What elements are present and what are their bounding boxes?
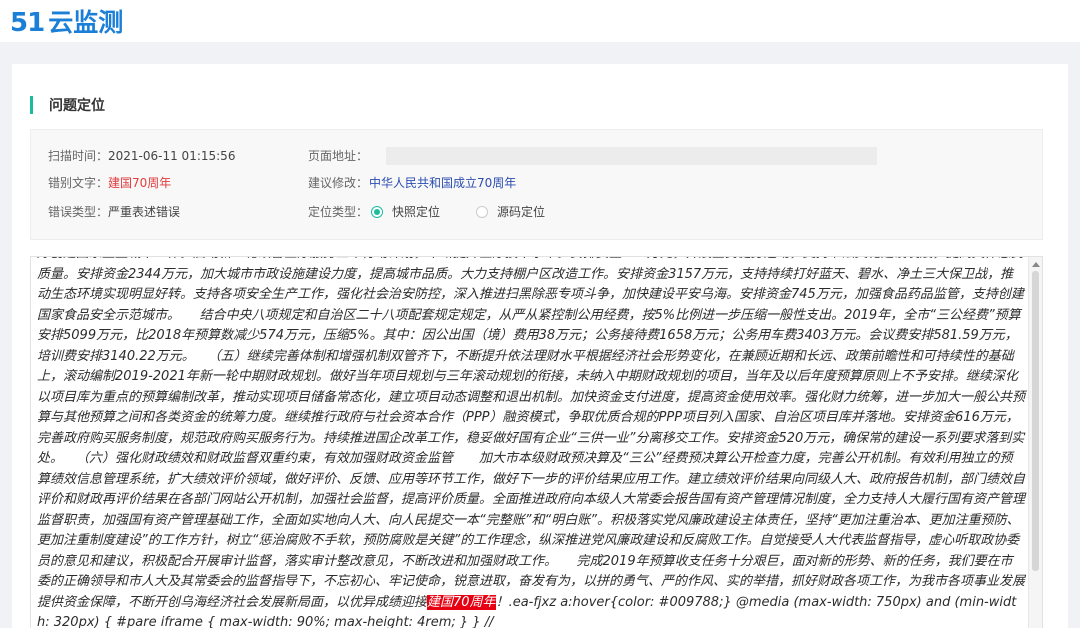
radio-source-locate[interactable] (476, 206, 488, 218)
top-bar: 51 云监测 (0, 0, 1080, 42)
problem-card: 问题定位 扫描时间： 2021-06-11 01:15:56 页面地址： 错别文… (12, 64, 1068, 628)
page-url-value[interactable] (386, 147, 877, 165)
logo-number: 51 (10, 8, 45, 38)
snapshot-text: 好创建国家卫生城市工作。启动新一轮改善医疗服务三年行动计划，不断提升医疗技术水平… (37, 257, 1026, 628)
logo[interactable]: 51 云监测 (10, 4, 123, 38)
section-title: 问题定位 (49, 98, 105, 114)
snapshot-content[interactable]: 好创建国家卫生城市工作。启动新一轮改善医疗服务三年行动计划，不断提升医疗技术水平… (30, 256, 1043, 628)
radio-quick-locate-label[interactable]: 快照定位 (392, 202, 440, 222)
radio-quick-locate[interactable] (371, 206, 383, 218)
info-row-1: 扫描时间： 2021-06-11 01:15:56 页面地址： (31, 146, 1044, 166)
info-row-3: 错误类型： 严重表述错误 定位类型： 快照定位 源码定位 (31, 202, 1044, 222)
scrollbar-thumb[interactable] (1032, 271, 1039, 571)
suggestion-value: 中华人民共和国成立70周年 (369, 176, 517, 190)
page-url-label: 页面地址： (308, 149, 369, 163)
vertical-scrollbar[interactable] (1028, 257, 1042, 628)
info-panel: 扫描时间： 2021-06-11 01:15:56 页面地址： 错别文字： 建国… (30, 129, 1043, 240)
snapshot-paragraph: 好创建国家卫生城市工作。启动新一轮改善医疗服务三年行动计划，不断提升医疗技术水平… (37, 257, 1026, 610)
error-type-label: 错误类型： (48, 205, 109, 219)
scan-time-value: 2021-06-11 01:15:56 (108, 149, 236, 163)
radio-source-locate-label[interactable]: 源码定位 (497, 202, 545, 222)
locate-type-label: 定位类型： (308, 205, 369, 219)
scan-time-label: 扫描时间： (48, 149, 109, 163)
error-text-label: 错别文字： (48, 176, 109, 190)
logo-text: 云监测 (48, 8, 124, 37)
scroll-up-arrow-icon[interactable] (1032, 262, 1040, 267)
section-accent-bar (30, 96, 33, 114)
section-header: 问题定位 (30, 95, 105, 115)
error-text-value: 建国70周年 (108, 176, 172, 190)
suggestion-label: 建议修改： (308, 176, 369, 190)
info-row-2: 错别文字： 建国70周年 建议修改： 中华人民共和国成立70周年 (31, 173, 1044, 193)
error-highlight: 建国70周年 (427, 594, 496, 610)
error-type-value: 严重表述错误 (108, 205, 181, 219)
